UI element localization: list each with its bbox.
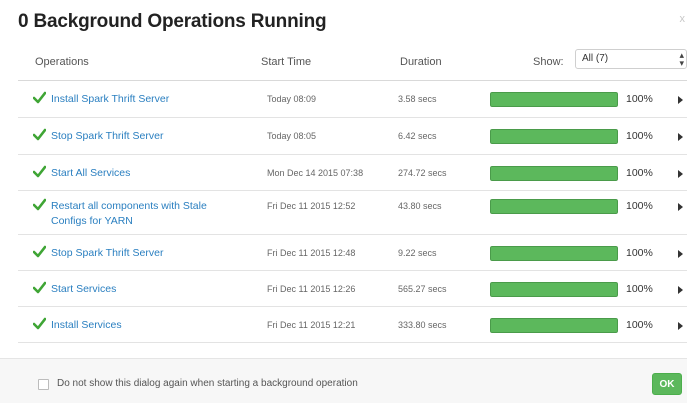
- header-start-time: Start Time: [261, 56, 312, 68]
- operations-table: Operations Start Time Duration Show: All…: [18, 44, 687, 343]
- table-row[interactable]: Install Spark Thrift Server Today 08:09 3.…: [18, 81, 687, 118]
- progress-bar-fill: [490, 166, 618, 181]
- progress-percent: 100%: [626, 283, 653, 295]
- progress-bar: [490, 246, 618, 261]
- operation-link[interactable]: Stop Spark Thrift Server: [33, 245, 243, 261]
- table-row[interactable]: Start All Services Mon Dec 14 2015 07:38 2…: [18, 155, 687, 191]
- close-icon[interactable]: x: [680, 13, 686, 25]
- progress-percent: 100%: [626, 200, 653, 212]
- dialog-footer: Do not show this dialog again when start…: [0, 358, 687, 403]
- progress-bar-fill: [490, 129, 618, 144]
- success-check-icon: [33, 91, 46, 104]
- table-row[interactable]: Install Services Fri Dec 11 2015 12:21 333…: [18, 307, 687, 343]
- table-row[interactable]: Restart all components with Stale Config…: [18, 191, 687, 235]
- progress-percent: 100%: [626, 93, 653, 105]
- expand-caret-icon[interactable]: [678, 96, 683, 104]
- progress-percent: 100%: [626, 130, 653, 142]
- duration: 43.80 secs: [398, 201, 442, 211]
- progress-bar: [490, 282, 618, 297]
- operation-link[interactable]: Start Services: [33, 281, 243, 297]
- duration: 274.72 secs: [398, 168, 447, 178]
- show-filter-select[interactable]: All (7) ▴ ▾: [575, 49, 687, 69]
- duration: 9.22 secs: [398, 248, 437, 258]
- operation-name: Stop Spark Thrift Server: [51, 130, 164, 142]
- progress-bar: [490, 92, 618, 107]
- expand-caret-icon[interactable]: [678, 203, 683, 211]
- background-operations-dialog: 0 Background Operations Running x Operat…: [0, 0, 687, 403]
- success-check-icon: [33, 245, 46, 258]
- header-duration: Duration: [400, 56, 442, 68]
- success-check-icon: [33, 317, 46, 330]
- operation-name: Install Spark Thrift Server: [51, 93, 170, 105]
- start-time: Fri Dec 11 2015 12:21: [267, 320, 356, 330]
- operation-link[interactable]: Install Services: [33, 317, 243, 333]
- progress-bar: [490, 129, 618, 144]
- table-row[interactable]: Start Services Fri Dec 11 2015 12:26 565.2…: [18, 271, 687, 307]
- progress-percent: 100%: [626, 247, 653, 259]
- duration: 6.42 secs: [398, 131, 437, 141]
- show-filter-label: Show:: [533, 56, 564, 68]
- ok-button[interactable]: OK: [652, 373, 682, 395]
- success-check-icon: [33, 281, 46, 294]
- dialog-title: 0 Background Operations Running: [18, 11, 327, 32]
- progress-bar-fill: [490, 92, 618, 107]
- start-time: Today 08:09: [267, 94, 317, 104]
- expand-caret-icon[interactable]: [678, 250, 683, 258]
- duration: 3.58 secs: [398, 94, 437, 104]
- success-check-icon: [33, 165, 46, 178]
- start-time: Fri Dec 11 2015 12:26: [267, 284, 356, 294]
- do-not-show-label: Do not show this dialog again when start…: [57, 378, 358, 389]
- select-arrows-icon: ▴ ▾: [679, 50, 684, 68]
- progress-percent: 100%: [626, 319, 653, 331]
- operations-list: Install Spark Thrift Server Today 08:09 3.…: [18, 81, 687, 343]
- progress-bar-fill: [490, 282, 618, 297]
- progress-bar: [490, 318, 618, 333]
- duration: 565.27 secs: [398, 284, 447, 294]
- operation-link[interactable]: Stop Spark Thrift Server: [33, 128, 243, 144]
- expand-caret-icon[interactable]: [678, 286, 683, 294]
- start-time: Fri Dec 11 2015 12:52: [267, 201, 356, 211]
- expand-caret-icon[interactable]: [678, 322, 683, 330]
- operation-name: Install Services: [51, 319, 122, 331]
- progress-percent: 100%: [626, 167, 653, 179]
- success-check-icon: [33, 128, 46, 141]
- duration: 333.80 secs: [398, 320, 447, 330]
- expand-caret-icon[interactable]: [678, 170, 683, 178]
- header-operations: Operations: [35, 56, 89, 68]
- progress-bar: [490, 166, 618, 181]
- progress-bar: [490, 199, 618, 214]
- start-time: Mon Dec 14 2015 07:38: [267, 168, 364, 178]
- progress-bar-fill: [490, 246, 618, 261]
- operation-name: Start All Services: [51, 167, 131, 179]
- table-row[interactable]: Stop Spark Thrift Server Today 08:05 6.42 …: [18, 118, 687, 155]
- operation-link[interactable]: Restart all components with Stale Config…: [33, 198, 243, 229]
- operation-name: Stop Spark Thrift Server: [51, 247, 164, 259]
- progress-bar-fill: [490, 199, 618, 214]
- progress-bar-fill: [490, 318, 618, 333]
- do-not-show-checkbox[interactable]: [38, 379, 49, 390]
- operation-name: Restart all components with Stale Config…: [51, 200, 207, 227]
- table-row[interactable]: Stop Spark Thrift Server Fri Dec 11 2015 …: [18, 235, 687, 271]
- start-time: Fri Dec 11 2015 12:48: [267, 248, 356, 258]
- show-filter-value: All (7): [582, 53, 609, 64]
- operation-link[interactable]: Install Spark Thrift Server: [33, 91, 243, 107]
- expand-caret-icon[interactable]: [678, 133, 683, 141]
- table-header: Operations Start Time Duration Show: All…: [18, 44, 687, 81]
- start-time: Today 08:05: [267, 131, 317, 141]
- success-check-icon: [33, 198, 46, 211]
- operation-link[interactable]: Start All Services: [33, 165, 243, 181]
